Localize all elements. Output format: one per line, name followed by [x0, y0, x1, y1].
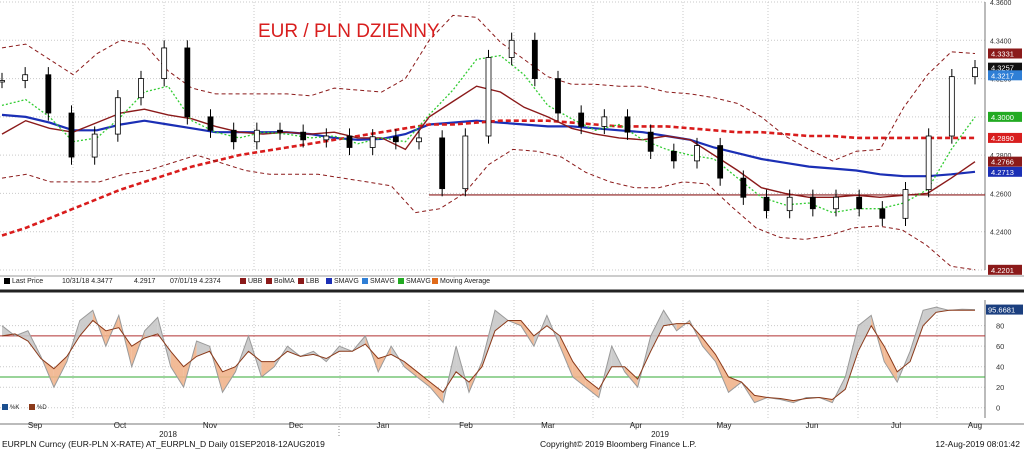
x-tick-label-jul: Jul: [891, 421, 901, 430]
legend-d: %D: [29, 404, 47, 411]
price-tag-text: 4.3217: [991, 71, 1014, 80]
chart-svg: Sep Oct Nov Dec Jan Feb Mar Apr May Jun Jul Aug2018…: [0, 0, 1024, 439]
candle-body: [230, 129, 237, 143]
candle-body: [462, 135, 469, 190]
candle-body: [161, 47, 168, 79]
candle-body: [833, 196, 839, 210]
candle-body: [68, 112, 75, 158]
candle-body: [717, 145, 724, 179]
x-tick-label-apr: Apr: [630, 421, 643, 430]
footer-right: 12-Aug-2019 08:01:42: [935, 439, 1020, 449]
candle-body: [763, 196, 770, 212]
price-tag-text: 4.2713: [991, 168, 1014, 177]
candle-body: [925, 135, 932, 190]
candle-body: [369, 136, 376, 148]
candle-body: [184, 47, 191, 118]
candle-body: [323, 135, 330, 141]
oscillator-last-tag-text: 95.6681: [988, 306, 1015, 315]
lower-y-tick-label: 60: [996, 342, 1004, 351]
candle-body: [902, 189, 909, 219]
candle-body: [300, 131, 307, 141]
legend-high: 10/31/18 4.3477: [62, 278, 113, 285]
y-tick-label: 4.2600: [990, 191, 1012, 198]
lower-y-tick-label: 20: [996, 383, 1004, 392]
legend-ubb: UBB: [240, 278, 262, 285]
candle-body: [253, 129, 260, 143]
x-tick-label-aug: Aug: [968, 421, 982, 430]
candle-body: [0, 80, 5, 83]
x-tick-label-jan: Jan: [377, 421, 390, 430]
candle-body: [555, 78, 561, 114]
candle-body: [114, 97, 121, 135]
candle-body: [392, 136, 399, 143]
y-tick-label: 4.3600: [990, 0, 1012, 7]
lower-y-tick-label: 0: [996, 404, 1000, 413]
candle-body: [485, 57, 492, 137]
candle-body: [670, 150, 677, 162]
x-tick-label-dec: Dec: [289, 421, 303, 430]
candle-body: [740, 177, 747, 198]
candle-body: [207, 116, 214, 131]
candle-body: [508, 39, 515, 58]
candle-body: [647, 131, 654, 152]
candle-body: [786, 196, 793, 212]
candle-body: [416, 137, 422, 143]
price-tag-text: 4.3331: [991, 49, 1014, 58]
price-tag-text: 4.2766: [991, 158, 1014, 167]
legend-k: %K: [2, 404, 19, 411]
price-tag-text: 4.2890: [991, 134, 1014, 143]
lower-y-tick-label: 40: [996, 363, 1004, 372]
candle-body: [531, 39, 538, 79]
x-tick-label-nov: Nov: [203, 421, 217, 430]
candle-body: [856, 196, 863, 210]
legend-smavg-blue: SMAVG: [326, 278, 359, 285]
footer-center: Copyright© 2019 Bloomberg Finance L.P.: [540, 439, 697, 449]
footer-left: EURPLN Curncy (EUR-PLN X-RATE) AT_EURPLN…: [2, 439, 325, 449]
candle-body: [439, 137, 446, 190]
legend-smavg-green: SMAVG: [398, 278, 431, 285]
chart-root: Sep Oct Nov Dec Jan Feb Mar Apr May Jun Jul Aug 2018…: [0, 0, 1024, 451]
lower-panel-bg: [0, 294, 1024, 422]
legend-bolma: BolMA: [266, 278, 295, 285]
x-tick-label-mar: Mar: [541, 421, 555, 430]
legend-smavg-lightblue: SMAVG: [362, 278, 395, 285]
price-tag-text: 4.2201: [991, 266, 1014, 275]
chart-title: EUR / PLN DZIENNY: [258, 21, 440, 42]
x-tick-label-feb: Feb: [459, 421, 473, 430]
legend-last-price: Last Price: [4, 278, 43, 285]
x-tick-label-may: May: [716, 421, 731, 430]
legend-moving-average: Moving Average: [432, 278, 490, 285]
y-tick-label: 4.3400: [990, 38, 1012, 45]
candle-body: [809, 196, 816, 210]
candle-body: [948, 76, 955, 137]
candle-body: [578, 112, 585, 127]
lower-legend: %K %D: [2, 404, 55, 411]
upper-legend: Last Price 10/31/18 4.3477 4.2917 07/01/…: [0, 277, 1024, 289]
candle-body: [91, 133, 98, 158]
legend-low: 07/01/19 4.2374: [170, 278, 221, 285]
footer: EURPLN Curncy (EUR-PLN X-RATE) AT_EURPLN…: [0, 437, 1024, 451]
y-tick-label: 4.2400: [990, 230, 1012, 237]
x-tick-label-jun: Jun: [806, 421, 819, 430]
candle-body: [346, 135, 353, 148]
lower-y-tick-label: 80: [996, 322, 1004, 331]
candle-body: [22, 74, 29, 81]
candle-body: [277, 129, 283, 133]
candle-body: [624, 116, 631, 133]
candle-body: [879, 208, 886, 219]
candle-body: [138, 78, 144, 99]
candle-body: [972, 67, 978, 78]
x-tick-label-sep: Sep: [28, 421, 43, 430]
legend-lbb: LBB: [298, 278, 319, 285]
price-tag-text: 4.3000: [991, 113, 1014, 122]
candle-body: [694, 145, 700, 162]
candle-body: [601, 116, 608, 127]
candle-body: [45, 74, 52, 114]
legend-mid: 4.2917: [134, 278, 156, 285]
x-tick-label-oct: Oct: [114, 421, 127, 430]
